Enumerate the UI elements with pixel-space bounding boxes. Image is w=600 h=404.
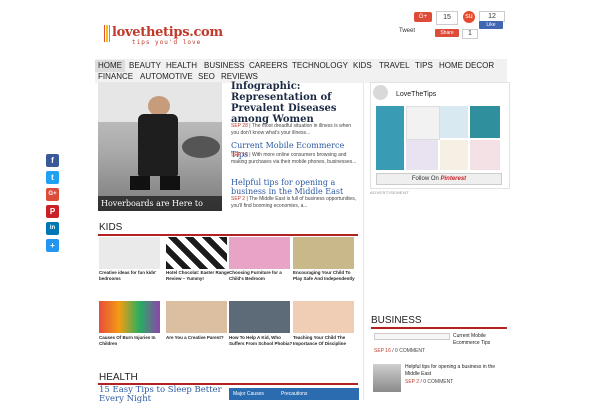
- feature-caption[interactable]: Hoverboards are Here to Stay: [98, 196, 222, 223]
- googleplus-button[interactable]: G+: [414, 12, 432, 22]
- kids-section-title[interactable]: KIDS: [99, 222, 122, 233]
- avatar[interactable]: [373, 85, 388, 100]
- pinterest-logo: Pinterest: [440, 176, 467, 182]
- kids-divider: [98, 234, 358, 236]
- business-section-title[interactable]: BUSINESS: [371, 315, 422, 326]
- business-meta-1: SEP 16 / 0 COMMENT: [374, 348, 426, 354]
- advertisement-label: ADVERTISEMENT: [370, 190, 410, 195]
- tweet-button[interactable]: Tweet: [399, 28, 415, 34]
- article-date-1: SEP 28: [231, 123, 248, 129]
- googleplus-icon[interactable]: G+: [46, 188, 59, 201]
- follow-label: Follow On: [411, 176, 439, 182]
- stumbleupon-icon[interactable]: su: [463, 11, 475, 23]
- share-icon[interactable]: +: [46, 239, 59, 252]
- kids-thumb-8[interactable]: [293, 301, 354, 333]
- article-title-1[interactable]: Infographic: Representation of Prevalent…: [231, 81, 359, 125]
- pin-tile[interactable]: [376, 106, 404, 170]
- business-thumb-2[interactable]: [373, 364, 401, 392]
- pin-tile[interactable]: [406, 140, 438, 170]
- twitter-icon[interactable]: t: [46, 171, 59, 184]
- kids-thumb-3[interactable]: [229, 237, 290, 269]
- kids-caption-7[interactable]: How To Help A Kid, Who Suffers From Scho…: [229, 335, 293, 347]
- pin-tile[interactable]: [470, 140, 500, 170]
- nav-tips[interactable]: TIPS: [412, 60, 436, 72]
- business-item-title-1[interactable]: Current Mobile Ecommerce Tips: [453, 333, 513, 347]
- share-count: 1: [462, 29, 478, 39]
- business-meta-2: SEP 2 / 0 COMMENT: [405, 379, 454, 385]
- article-meta-3: SEP 2 | The Middle East is full of busin…: [231, 196, 357, 209]
- linkedin-icon[interactable]: in: [46, 222, 59, 235]
- widget-profile-name[interactable]: LoveTheTips: [396, 91, 436, 98]
- business-item-title-2[interactable]: Helpful tips for opening a business in t…: [405, 364, 505, 378]
- kids-thumb-2[interactable]: [166, 237, 227, 269]
- pin-tile[interactable]: [470, 106, 500, 138]
- health-section-title[interactable]: HEALTH: [99, 372, 138, 383]
- pin-tile[interactable]: [440, 106, 468, 138]
- kids-caption-4[interactable]: Encouraging Your Child To Play Safe And …: [293, 270, 357, 282]
- kids-caption-5[interactable]: Causes Of Burn Injuries In Children: [99, 335, 163, 347]
- pin-tile[interactable]: [440, 140, 468, 170]
- site-tagline: tips you'd love: [132, 39, 202, 46]
- pinterest-icon[interactable]: P: [46, 205, 59, 218]
- nav-home-decor[interactable]: HOME DECOR: [436, 60, 497, 72]
- business-comments-1: 0 COMMENT: [395, 348, 426, 354]
- business-divider: [371, 327, 507, 329]
- kids-caption-8[interactable]: Teaching Your Child The Importance Of Di…: [293, 335, 357, 347]
- kids-thumb-6[interactable]: [166, 301, 227, 333]
- facebook-like-button[interactable]: Like: [479, 21, 503, 29]
- health-infographic[interactable]: Major Causes Precautions: [229, 388, 359, 400]
- article-date-3: SEP 2: [231, 196, 246, 202]
- business-thumb-1[interactable]: [374, 333, 450, 340]
- kids-caption-1[interactable]: Creative ideas for fun kids' bedrooms: [99, 270, 163, 282]
- sidebar-divider: [363, 82, 364, 400]
- article-meta-2: SEP 16 | With more online consumers brow…: [231, 152, 357, 165]
- nav-travel[interactable]: TRAVEL: [376, 60, 413, 72]
- feature-image[interactable]: [98, 82, 222, 211]
- kids-thumb-7[interactable]: [229, 301, 290, 333]
- nav-kids[interactable]: KIDS: [350, 60, 375, 72]
- kids-thumb-4[interactable]: [293, 237, 354, 269]
- site-logo[interactable]: lovethetips.com: [112, 25, 223, 40]
- share-button[interactable]: Share: [435, 29, 459, 37]
- health-img-label-2: Precautions: [281, 391, 308, 397]
- logo-mark: [104, 25, 110, 42]
- kids-thumb-1[interactable]: [99, 237, 160, 269]
- kids-thumb-5[interactable]: [99, 301, 160, 333]
- health-img-label-1: Major Causes: [233, 391, 264, 397]
- pin-tile[interactable]: [406, 106, 440, 140]
- business-date-1: SEP 16: [374, 348, 391, 354]
- nav-technology[interactable]: TECHNOLOGY: [289, 60, 351, 72]
- health-article-title[interactable]: 15 Easy Tips to Sleep Better Every Night: [99, 386, 227, 404]
- kids-caption-3[interactable]: Choosing Furniture for a Child's Bedroom: [229, 270, 293, 282]
- article-date-2: SEP 16: [231, 152, 248, 158]
- article-excerpt-1: The most dreadful situation in illness i…: [231, 123, 352, 136]
- googleplus-count: 15: [436, 11, 458, 25]
- business-date-2: SEP 2: [405, 379, 420, 385]
- kids-caption-6[interactable]: Are You a Creative Parent?: [166, 335, 230, 341]
- follow-pinterest-button[interactable]: Follow On Pinterest: [376, 173, 502, 185]
- article-title-3[interactable]: Helpful tips for opening a business in t…: [231, 178, 359, 196]
- article-excerpt-3: The Middle East is full of business oppo…: [231, 196, 357, 209]
- business-comments-2: 0 COMMENT: [423, 379, 454, 385]
- kids-caption-2[interactable]: Hotel Chocolat: Easter Range Review – Yu…: [166, 270, 230, 282]
- facebook-icon[interactable]: f: [46, 154, 59, 167]
- article-excerpt-2: With more online consumers browsing and …: [231, 152, 357, 165]
- article-meta-1: SEP 28 | The most dreadful situation in …: [231, 123, 352, 136]
